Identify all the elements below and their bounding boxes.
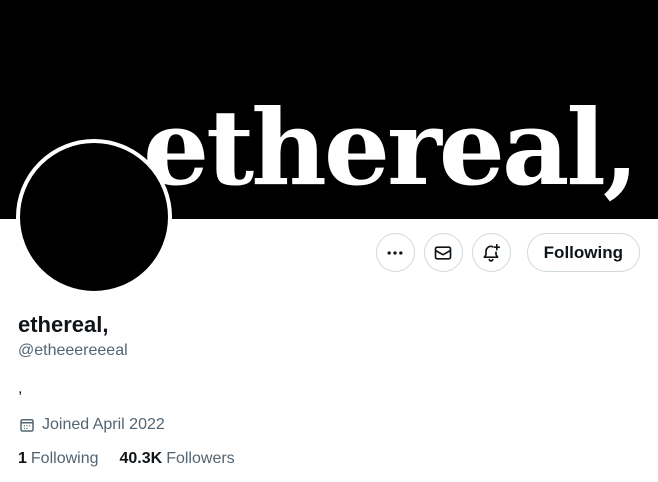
more-horizontal-icon [387,250,403,255]
bell-plus-icon [483,243,501,262]
display-name: ethereal, [18,312,109,337]
banner-text: ethereal, [143,86,639,209]
followers-link[interactable]: 40.3K Followers [120,450,235,468]
following-button[interactable]: Following [526,233,640,272]
message-button[interactable] [423,233,463,272]
following-link[interactable]: 1 Following [18,450,99,468]
join-date-text: Joined April 2022 [42,416,165,433]
followers-count: 40.3K [119,450,163,467]
bio-text: , [18,380,23,397]
more-button[interactable] [375,233,415,272]
envelope-icon [434,245,452,260]
following-count: 1 [18,450,27,467]
following-label: Following [30,450,99,467]
profile-actions: Following [375,233,640,272]
follow-stats: 1 Following 40.3K Followers [18,450,235,468]
avatar[interactable] [16,139,172,295]
user-handle: @etheeereeeal [18,342,128,359]
calendar-icon [20,419,34,432]
notifications-button[interactable] [471,233,511,272]
followers-label: Followers [166,450,235,467]
join-date: Joined April 2022 [18,416,165,434]
